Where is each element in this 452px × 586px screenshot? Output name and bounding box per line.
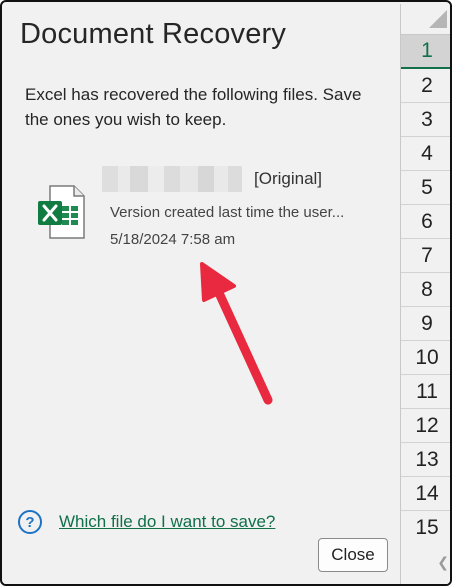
which-file-help-link[interactable]: Which file do I want to save? [59, 512, 275, 532]
row-header[interactable]: 13 [401, 443, 450, 477]
row-headers: 1 2 3 4 5 6 7 8 9 10 11 12 13 14 15 [401, 35, 450, 545]
document-recovery-pane: Document Recovery Excel has recovered th… [4, 4, 400, 584]
row-header[interactable]: 8 [401, 273, 450, 307]
row-header-strip: 1 2 3 4 5 6 7 8 9 10 11 12 13 14 15 [400, 4, 450, 584]
row-header[interactable]: 7 [401, 239, 450, 273]
row-header[interactable]: 1 [401, 35, 450, 69]
close-button[interactable]: Close [318, 538, 388, 572]
redacted-file-name [102, 166, 242, 192]
select-all-corner[interactable] [401, 4, 450, 35]
row-header[interactable]: 6 [401, 205, 450, 239]
row-header[interactable]: 4 [401, 137, 450, 171]
pane-title: Document Recovery [20, 18, 287, 50]
row-header[interactable]: 9 [401, 307, 450, 341]
file-status-label: [Original] [254, 169, 323, 188]
recovery-message: Excel has recovered the following files.… [25, 85, 362, 129]
red-annotation-arrow [200, 262, 273, 405]
help-circle-icon[interactable]: ? [18, 510, 42, 534]
row-header[interactable]: 3 [401, 103, 450, 137]
file-date: 5/18/2024 7:58 am [110, 231, 236, 248]
select-all-triangle-icon [429, 10, 447, 28]
row-header[interactable]: 5 [401, 171, 450, 205]
scroll-left-icon[interactable]: ❮ [437, 554, 449, 571]
excel-file-icon [38, 185, 85, 239]
file-description: Version created last time the user... [110, 204, 345, 221]
row-header[interactable]: 11 [401, 375, 450, 409]
excel-window: Document Recovery Excel has recovered th… [0, 0, 452, 586]
help-row: ? Which file do I want to save? [18, 510, 275, 534]
row-header[interactable]: 2 [401, 69, 450, 103]
row-header[interactable]: 14 [401, 477, 450, 511]
recovered-file-item[interactable]: [Original] Version created last time the… [32, 164, 372, 256]
file-name-row: [Original] [102, 166, 322, 192]
horizontal-scroll-area[interactable]: ❮ [400, 538, 450, 584]
row-header[interactable]: 10 [401, 341, 450, 375]
row-header[interactable]: 12 [401, 409, 450, 443]
